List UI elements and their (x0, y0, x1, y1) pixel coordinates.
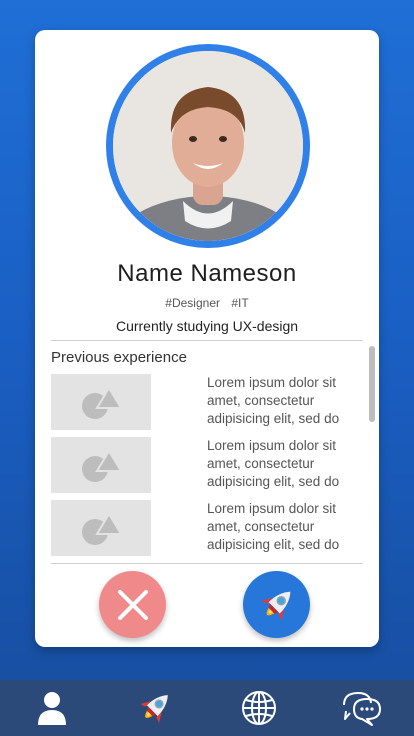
profile-name: Name Nameson (117, 260, 297, 287)
experience-text: Lorem ipsum dolor sit amet, consectetur … (207, 438, 340, 489)
profile-card: Name Nameson #Designer #IT Currently stu… (35, 30, 379, 647)
nav-item-globe[interactable] (229, 680, 289, 736)
image-placeholder (51, 437, 151, 493)
image-placeholder (51, 374, 151, 430)
nav-item-chat[interactable] (332, 680, 392, 736)
experience-text: Lorem ipsum dolor sit amet, consectetur … (207, 501, 340, 552)
image-placeholder-icon (82, 449, 123, 482)
divider-top (51, 340, 363, 341)
rocket-icon (260, 591, 290, 621)
list-item[interactable]: Lorem ipsum dolor sit amet, consectetur … (51, 437, 351, 500)
rocket-icon (140, 695, 169, 723)
chat-icon (343, 691, 382, 726)
experience-text: Lorem ipsum dolor sit amet, consectetur … (207, 375, 340, 426)
experience-title: Previous experience (51, 349, 187, 366)
list-item[interactable]: Lorem ipsum dolor sit amet, consectetur … (51, 374, 351, 437)
globe-icon (241, 691, 276, 725)
scrollbar[interactable] (369, 346, 375, 422)
nav-item-profile[interactable] (22, 680, 82, 736)
image-placeholder (51, 500, 151, 556)
nav-item-rocket[interactable] (125, 680, 185, 736)
avatar (106, 44, 310, 248)
image-placeholder-icon (82, 386, 123, 419)
reject-button[interactable] (99, 571, 166, 638)
bottom-nav (0, 680, 414, 736)
list-item[interactable]: Lorem ipsum dolor sit amet, consectetur … (51, 500, 351, 563)
experience-list[interactable]: Lorem ipsum dolor sit amet, consectetur … (51, 374, 351, 563)
tag-designer[interactable]: #Designer (165, 296, 220, 310)
close-icon (117, 589, 148, 620)
accept-button[interactable] (243, 571, 310, 638)
image-placeholder-icon (82, 512, 123, 545)
profile-tags: #Designer #IT (35, 296, 379, 310)
user-icon (37, 692, 66, 725)
profile-photo (113, 51, 303, 241)
tag-it[interactable]: #IT (231, 296, 248, 310)
divider-bottom (51, 563, 363, 564)
profile-bio: Currently studying UX-design (115, 318, 299, 334)
